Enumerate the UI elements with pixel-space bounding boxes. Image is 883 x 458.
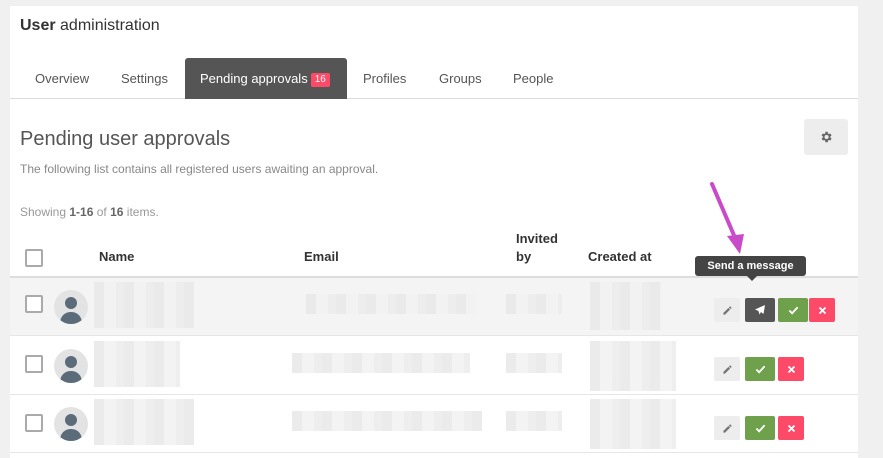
- summary-suffix: items.: [123, 205, 159, 219]
- edit-button[interactable]: [714, 416, 740, 440]
- close-icon: [787, 365, 795, 373]
- edit-button[interactable]: [714, 298, 740, 322]
- approve-button[interactable]: [745, 416, 775, 440]
- user-avatar-icon: [54, 407, 88, 441]
- close-icon: [818, 306, 826, 314]
- table-row: [10, 278, 858, 336]
- table-row: [10, 395, 858, 453]
- redacted-created-at: [590, 341, 676, 391]
- column-header-invited-by[interactable]: Invited by: [516, 230, 558, 266]
- check-icon: [755, 424, 765, 433]
- redacted-name: [94, 341, 180, 387]
- section-description: The following list contains all register…: [20, 162, 379, 176]
- pencil-icon: [722, 364, 732, 374]
- decline-button[interactable]: [809, 298, 835, 322]
- redacted-invited-by: [506, 294, 562, 314]
- tab-label: People: [513, 71, 554, 86]
- summary-prefix: Showing: [20, 205, 70, 219]
- tab-overview[interactable]: Overview: [20, 58, 104, 99]
- page-title-rest: administration: [55, 17, 160, 34]
- tab-people[interactable]: People: [498, 58, 568, 99]
- approve-button[interactable]: [745, 357, 775, 381]
- decline-button[interactable]: [778, 357, 804, 381]
- section-title: Pending user approvals: [20, 128, 231, 150]
- redacted-email: [292, 411, 482, 431]
- row-checkbox[interactable]: [25, 355, 43, 373]
- close-icon: [787, 424, 795, 432]
- redacted-name: [94, 399, 194, 445]
- row-checkbox[interactable]: [25, 414, 43, 432]
- tab-profiles[interactable]: Profiles: [348, 58, 421, 99]
- annotation-arrow: [710, 182, 744, 254]
- pencil-icon: [722, 305, 732, 315]
- column-header-created-at[interactable]: Created at: [588, 248, 652, 266]
- tab-label: Settings: [121, 71, 168, 86]
- tab-bar: Overview Settings Pending approvals 16 Pr…: [10, 58, 858, 99]
- check-icon: [788, 306, 798, 315]
- summary-range: 1-16: [69, 205, 94, 219]
- tab-label: Groups: [439, 71, 482, 86]
- paper-plane-icon: [755, 305, 765, 315]
- settings-button[interactable]: [804, 119, 848, 155]
- user-avatar-icon: [54, 349, 88, 383]
- edit-button[interactable]: [714, 357, 740, 381]
- redacted-invited-by: [506, 411, 562, 431]
- row-checkbox[interactable]: [25, 295, 43, 313]
- gear-icon: [821, 131, 832, 143]
- page-title-bold: User: [20, 17, 56, 34]
- approve-button[interactable]: [778, 298, 808, 322]
- invited-by-line2: by: [516, 249, 532, 264]
- invited-by-line1: Invited: [516, 231, 558, 246]
- redacted-name: [94, 282, 194, 328]
- redacted-created-at: [590, 282, 662, 330]
- select-all-checkbox[interactable]: [25, 249, 43, 267]
- send-message-button[interactable]: [745, 298, 775, 322]
- user-avatar-icon: [54, 290, 88, 324]
- send-message-tooltip: Send a message: [695, 256, 806, 276]
- redacted-invited-by: [506, 353, 562, 373]
- tab-settings[interactable]: Settings: [106, 58, 183, 99]
- tooltip-pointer: [747, 276, 757, 281]
- tab-label: Profiles: [363, 71, 407, 86]
- pencil-icon: [722, 423, 732, 433]
- tab-label: Pending approvals: [200, 71, 308, 86]
- redacted-email: [292, 353, 470, 373]
- check-icon: [755, 365, 765, 374]
- pending-count-badge: 16: [310, 73, 330, 87]
- tab-groups[interactable]: Groups: [424, 58, 497, 99]
- column-header-name[interactable]: Name: [99, 248, 134, 266]
- summary-total: 16: [110, 205, 124, 219]
- column-header-email[interactable]: Email: [304, 248, 339, 266]
- tab-pending-approvals[interactable]: Pending approvals 16: [185, 58, 347, 99]
- pagination-summary: Showing 1-16 of 16 items.: [20, 205, 159, 219]
- redacted-email: [306, 294, 476, 314]
- tab-label: Overview: [35, 71, 90, 86]
- summary-middle: of: [93, 205, 111, 219]
- decline-button[interactable]: [778, 416, 804, 440]
- page-title: User administration: [20, 17, 160, 35]
- table-row: [10, 337, 858, 395]
- redacted-created-at: [590, 399, 676, 449]
